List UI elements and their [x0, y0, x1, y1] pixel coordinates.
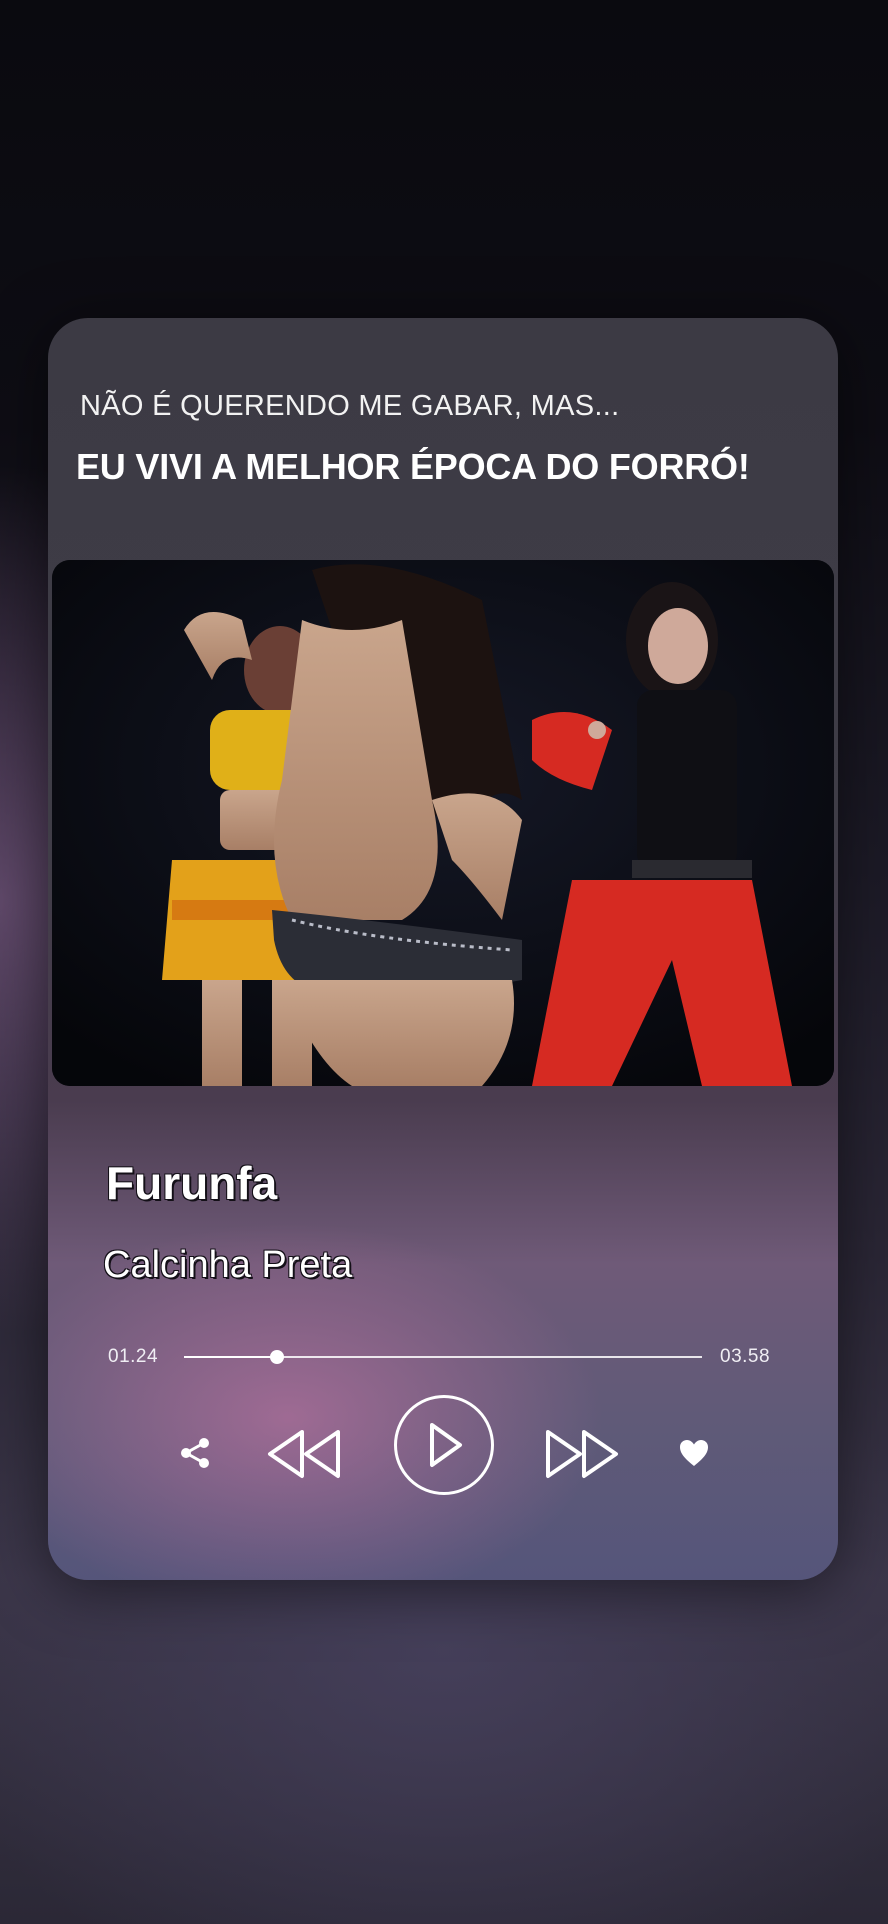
screen: NÃO É QUERENDO ME GABAR, MAS... EU VIVI … — [0, 0, 888, 1924]
heart-icon — [680, 1440, 708, 1466]
fast-forward-icon — [546, 1430, 618, 1478]
rewind-icon — [268, 1430, 340, 1478]
header-title: EU VIVI A MELHOR ÉPOCA DO FORRÓ! — [76, 446, 750, 487]
total-time: 03.58 — [720, 1346, 771, 1367]
share-icon — [181, 1438, 209, 1468]
artist-name: Calcinha Preta — [103, 1244, 353, 1286]
video-thumbnail[interactable] — [52, 560, 834, 1086]
music-player-card: NÃO É QUERENDO ME GABAR, MAS... EU VIVI … — [48, 318, 838, 1580]
concert-image — [52, 560, 834, 1086]
play-icon — [430, 1423, 462, 1467]
song-title: Furunfa — [106, 1157, 278, 1209]
share-button[interactable] — [170, 1428, 220, 1478]
progress-fill — [184, 1356, 278, 1358]
elapsed-time: 01.24 — [108, 1346, 159, 1367]
rewind-button[interactable] — [264, 1426, 344, 1482]
fast-forward-button[interactable] — [542, 1426, 622, 1482]
like-button[interactable] — [669, 1428, 719, 1478]
play-button[interactable] — [394, 1395, 494, 1495]
header-subtitle: NÃO É QUERENDO ME GABAR, MAS... — [80, 390, 620, 422]
progress-bar[interactable] — [184, 1350, 702, 1364]
progress-thumb[interactable] — [270, 1350, 285, 1364]
